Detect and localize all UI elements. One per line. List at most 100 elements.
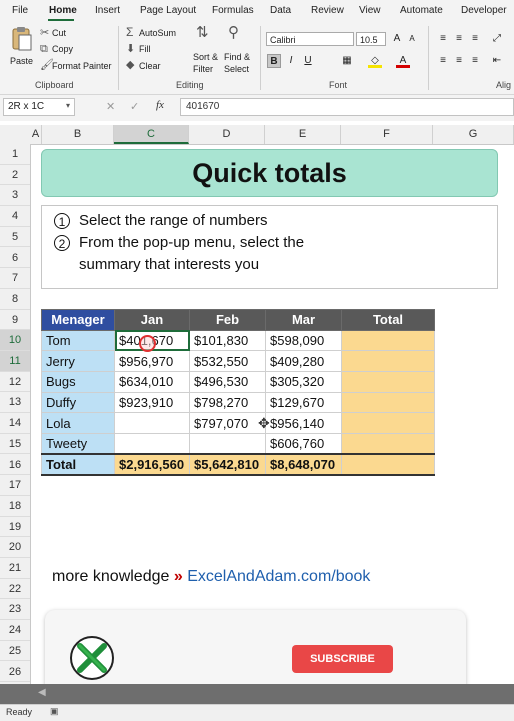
grand-total-cell[interactable] bbox=[341, 453, 435, 476]
menu-view[interactable]: View bbox=[359, 5, 381, 16]
row-header[interactable]: 25 bbox=[0, 641, 30, 662]
chevron-down-icon[interactable]: ▾ bbox=[66, 101, 70, 110]
total-label[interactable]: Total bbox=[41, 453, 115, 476]
jan-cell[interactable]: $634,010 bbox=[114, 371, 190, 393]
row-header[interactable]: 3 bbox=[0, 185, 30, 207]
sort-filter-button[interactable]: ⇅ Sort & Filter bbox=[190, 24, 222, 76]
row-header[interactable]: 16 bbox=[0, 455, 30, 476]
manager-cell[interactable]: Tom bbox=[41, 329, 115, 352]
bold-icon[interactable]: B bbox=[267, 54, 281, 68]
mar-total-cell[interactable]: $8,648,070 bbox=[265, 453, 342, 476]
macro-record-icon[interactable]: ▣ bbox=[50, 706, 59, 717]
feb-cell[interactable] bbox=[189, 433, 266, 455]
row-header[interactable]: 24 bbox=[0, 620, 30, 641]
total-cell[interactable] bbox=[341, 329, 435, 352]
fill-color-button[interactable]: ◇ bbox=[368, 54, 382, 68]
cancel-icon[interactable]: ✕ bbox=[106, 100, 115, 113]
menu-home[interactable]: Home bbox=[49, 5, 77, 16]
confirm-icon[interactable]: ✓ bbox=[130, 100, 139, 113]
font-name-select[interactable]: Calibri bbox=[266, 32, 354, 46]
align-bottom-button[interactable]: ≡ bbox=[468, 32, 482, 46]
increase-font-button[interactable]: A bbox=[390, 32, 404, 46]
column-heading[interactable]: Total bbox=[341, 309, 435, 331]
manager-cell[interactable]: Duffy bbox=[41, 391, 115, 414]
feb-cell[interactable]: $496,530 bbox=[189, 371, 266, 393]
manager-cell[interactable]: Jerry bbox=[41, 350, 115, 373]
row-header[interactable]: 2 bbox=[0, 165, 30, 186]
autosum-button[interactable]: AutoSum bbox=[139, 28, 176, 38]
total-cell[interactable] bbox=[341, 412, 435, 435]
row-header[interactable]: 4 bbox=[0, 206, 30, 227]
menu-file[interactable]: File bbox=[12, 5, 28, 16]
row-header[interactable]: 26 bbox=[0, 662, 30, 683]
orientation-button[interactable]: ⤢ bbox=[490, 32, 504, 46]
jan-cell[interactable] bbox=[114, 412, 190, 435]
feb-cell[interactable]: $101,830 bbox=[189, 329, 266, 352]
mar-cell[interactable]: $305,320 bbox=[265, 371, 342, 393]
menu-page-layout[interactable]: Page Layout bbox=[140, 5, 196, 16]
total-cell[interactable] bbox=[341, 433, 435, 455]
promo-link[interactable]: ExcelAndAdam.com/book bbox=[187, 568, 370, 585]
align-right-button[interactable]: ≡ bbox=[468, 54, 482, 68]
row-header[interactable]: 17 bbox=[0, 475, 30, 496]
copy-button[interactable]: Copy bbox=[52, 44, 73, 54]
feb-total-cell[interactable]: $5,642,810 bbox=[189, 453, 266, 476]
fx-icon[interactable]: fx bbox=[156, 99, 164, 111]
column-heading[interactable]: Jan bbox=[114, 309, 190, 331]
row-header[interactable]: 7 bbox=[0, 268, 30, 289]
font-color-button[interactable]: A bbox=[396, 54, 410, 68]
column-header-f[interactable]: F bbox=[341, 125, 433, 144]
paste-button[interactable]: Paste bbox=[8, 26, 36, 76]
manager-cell[interactable]: Bugs bbox=[41, 371, 115, 393]
menu-data[interactable]: Data bbox=[270, 5, 291, 16]
underline-button[interactable]: U bbox=[301, 54, 315, 68]
mar-cell[interactable]: $606,760 bbox=[265, 433, 342, 455]
row-header[interactable]: 13 bbox=[0, 392, 30, 414]
row-header[interactable]: 10 bbox=[0, 330, 30, 351]
row-header[interactable]: 23 bbox=[0, 599, 30, 621]
row-header[interactable]: 21 bbox=[0, 558, 30, 579]
total-cell[interactable] bbox=[341, 391, 435, 414]
scroll-left-icon[interactable]: ◀ bbox=[38, 687, 46, 698]
row-header[interactable]: 8 bbox=[0, 289, 30, 310]
row-header[interactable]: 6 bbox=[0, 248, 30, 269]
jan-cell[interactable] bbox=[114, 433, 190, 455]
clear-button[interactable]: Clear bbox=[139, 61, 161, 71]
column-header-e[interactable]: E bbox=[265, 125, 341, 144]
column-heading[interactable]: Feb bbox=[189, 309, 266, 331]
jan-cell[interactable]: $956,970 bbox=[114, 350, 190, 373]
row-header[interactable]: 19 bbox=[0, 517, 30, 538]
menu-formulas[interactable]: Formulas bbox=[212, 5, 254, 16]
name-box[interactable]: 2R x 1C bbox=[3, 98, 75, 116]
row-header[interactable]: 18 bbox=[0, 496, 30, 517]
row-header[interactable]: 5 bbox=[0, 227, 30, 248]
subscribe-button[interactable]: SUBSCRIBE bbox=[292, 645, 393, 673]
indent-button[interactable]: ⇤ bbox=[490, 54, 504, 68]
column-header-g[interactable]: G bbox=[433, 125, 514, 144]
jan-total-cell[interactable]: $2,916,560 bbox=[114, 453, 190, 476]
align-middle-button[interactable]: ≡ bbox=[452, 32, 466, 46]
mar-cell[interactable]: $598,090 bbox=[265, 329, 342, 352]
mar-cell[interactable]: $409,280 bbox=[265, 350, 342, 373]
font-size-select[interactable]: 10.5 bbox=[356, 32, 386, 46]
find-select-button[interactable]: ⚲ Find & Select bbox=[222, 24, 254, 76]
row-header[interactable]: 22 bbox=[0, 579, 30, 600]
align-top-button[interactable]: ≡ bbox=[436, 32, 450, 46]
row-header[interactable]: 15 bbox=[0, 434, 30, 455]
cut-button[interactable]: Cut bbox=[52, 28, 66, 38]
column-header-c[interactable]: C bbox=[114, 125, 189, 144]
column-header-a[interactable]: A bbox=[30, 125, 42, 144]
row-header[interactable]: 11 bbox=[0, 351, 30, 372]
menu-review[interactable]: Review bbox=[311, 5, 344, 16]
formula-input[interactable]: 401670 bbox=[180, 98, 514, 116]
column-heading[interactable]: Menager bbox=[41, 309, 115, 331]
feb-cell[interactable]: $798,270 bbox=[189, 391, 266, 414]
manager-cell[interactable]: Tweety bbox=[41, 433, 115, 455]
fill-button[interactable]: Fill bbox=[139, 44, 151, 54]
menu-automate[interactable]: Automate bbox=[400, 5, 443, 16]
mar-cell[interactable]: $129,670 bbox=[265, 391, 342, 414]
jan-cell[interactable]: $923,910 bbox=[114, 391, 190, 414]
column-header-b[interactable]: B bbox=[42, 125, 114, 144]
row-header[interactable]: 9 bbox=[0, 310, 30, 331]
align-left-button[interactable]: ≡ bbox=[436, 54, 450, 68]
